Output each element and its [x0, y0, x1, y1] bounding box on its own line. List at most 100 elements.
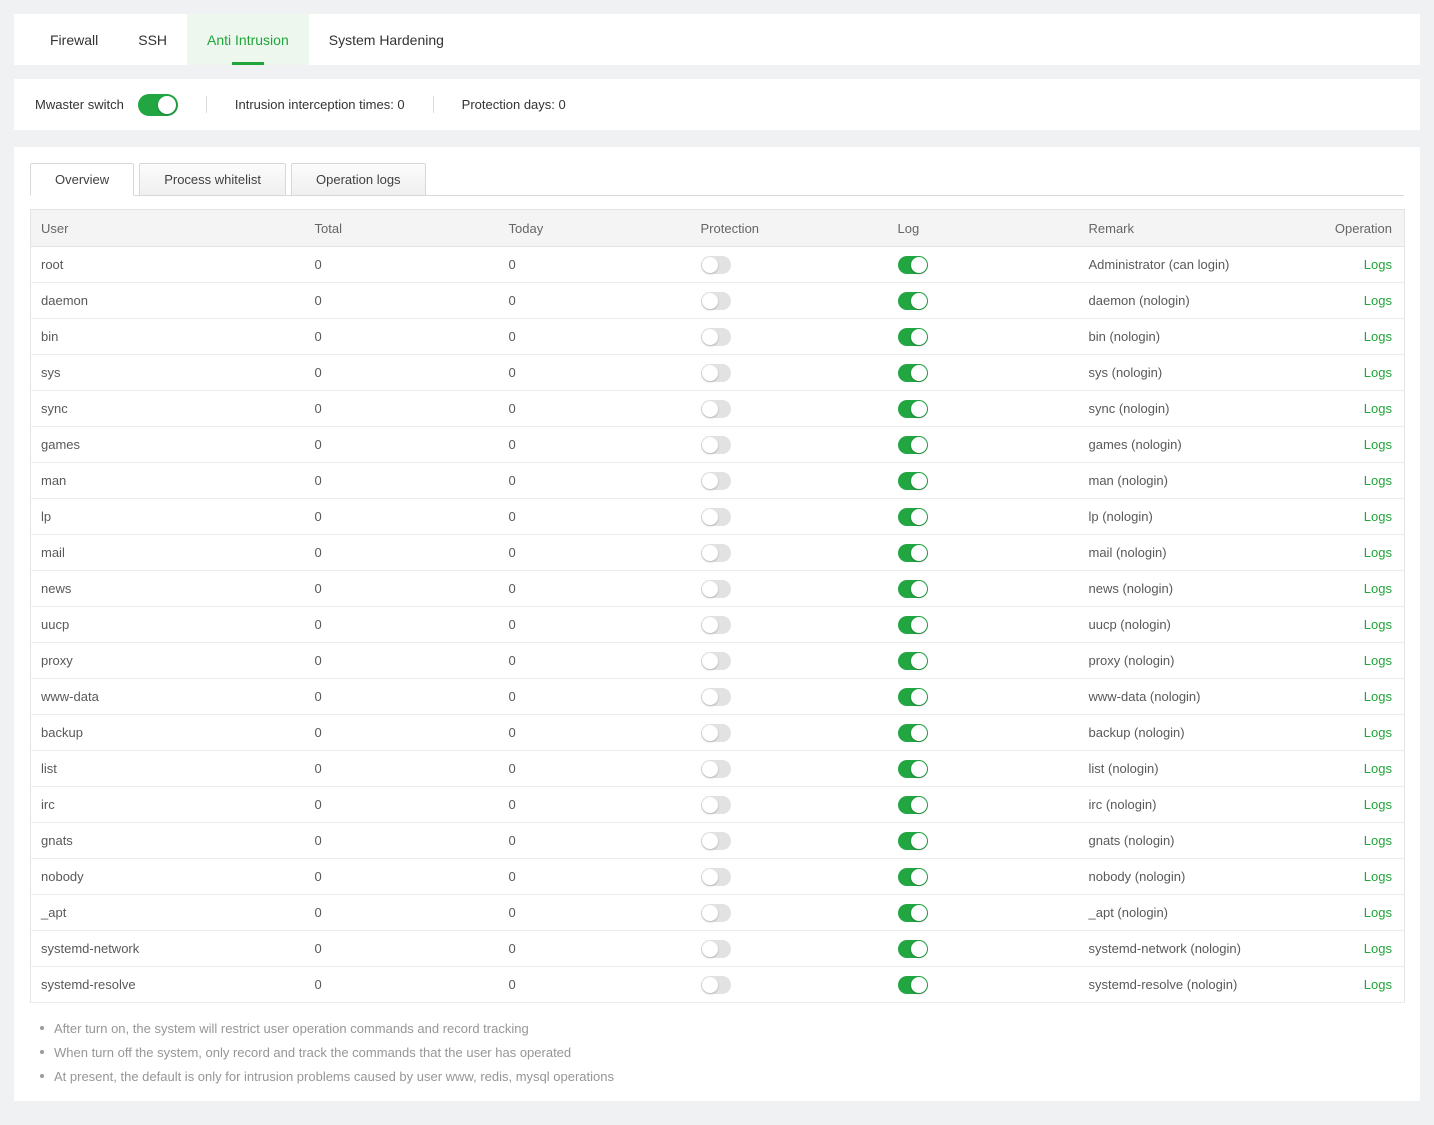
protection-toggle[interactable] [701, 904, 731, 922]
main-tab-ssh[interactable]: SSH [118, 14, 187, 65]
main-tab-system-hardening[interactable]: System Hardening [309, 14, 464, 65]
log-toggle[interactable] [898, 436, 928, 454]
switch-stats: Intrusion interception times: 0Protectio… [178, 96, 566, 113]
logs-link[interactable]: Logs [1364, 293, 1392, 308]
protection-toggle[interactable] [701, 652, 731, 670]
table-row: man00man (nologin)Logs [31, 463, 1405, 499]
log-cell [888, 607, 1079, 643]
main-tab-firewall[interactable]: Firewall [30, 14, 118, 65]
operation-cell: Logs [1299, 967, 1405, 1003]
table-row: irc00irc (nologin)Logs [31, 787, 1405, 823]
logs-link[interactable]: Logs [1364, 617, 1392, 632]
sub-tab-process-whitelist[interactable]: Process whitelist [139, 163, 286, 196]
operation-cell: Logs [1299, 355, 1405, 391]
logs-link[interactable]: Logs [1364, 365, 1392, 380]
log-toggle[interactable] [898, 472, 928, 490]
log-toggle[interactable] [898, 904, 928, 922]
protection-toggle[interactable] [701, 760, 731, 778]
log-toggle[interactable] [898, 760, 928, 778]
log-toggle[interactable] [898, 868, 928, 886]
toggle-knob [702, 545, 718, 561]
log-toggle[interactable] [898, 364, 928, 382]
protection-toggle[interactable] [701, 796, 731, 814]
log-cell [888, 643, 1079, 679]
user-cell: proxy [31, 643, 305, 679]
remark-cell: irc (nologin) [1079, 787, 1299, 823]
protection-toggle[interactable] [701, 508, 731, 526]
protection-toggle[interactable] [701, 940, 731, 958]
log-toggle[interactable] [898, 544, 928, 562]
today-cell: 0 [499, 607, 691, 643]
logs-link[interactable]: Logs [1364, 689, 1392, 704]
total-cell: 0 [305, 247, 499, 283]
logs-link[interactable]: Logs [1364, 977, 1392, 992]
logs-link[interactable]: Logs [1364, 581, 1392, 596]
sub-tab-overview[interactable]: Overview [30, 163, 134, 196]
toggle-knob [702, 977, 718, 993]
log-cell [888, 571, 1079, 607]
log-toggle[interactable] [898, 652, 928, 670]
table-row: uucp00uucp (nologin)Logs [31, 607, 1405, 643]
protection-toggle[interactable] [701, 868, 731, 886]
log-toggle[interactable] [898, 724, 928, 742]
protection-cell [691, 319, 888, 355]
protection-toggle[interactable] [701, 292, 731, 310]
master-switch-toggle[interactable] [138, 94, 178, 116]
protection-toggle[interactable] [701, 976, 731, 994]
protection-toggle[interactable] [701, 544, 731, 562]
log-cell [888, 679, 1079, 715]
protection-cell [691, 355, 888, 391]
protection-toggle[interactable] [701, 724, 731, 742]
logs-link[interactable]: Logs [1364, 257, 1392, 272]
log-toggle[interactable] [898, 328, 928, 346]
log-toggle[interactable] [898, 292, 928, 310]
sub-tab-operation-logs[interactable]: Operation logs [291, 163, 426, 196]
remark-cell: systemd-network (nologin) [1079, 931, 1299, 967]
logs-link[interactable]: Logs [1364, 905, 1392, 920]
log-toggle[interactable] [898, 940, 928, 958]
today-cell: 0 [499, 535, 691, 571]
log-toggle[interactable] [898, 832, 928, 850]
log-toggle[interactable] [898, 580, 928, 598]
protection-toggle[interactable] [701, 616, 731, 634]
protection-toggle[interactable] [701, 832, 731, 850]
protection-toggle[interactable] [701, 328, 731, 346]
log-toggle[interactable] [898, 508, 928, 526]
log-toggle[interactable] [898, 400, 928, 418]
protection-toggle[interactable] [701, 472, 731, 490]
logs-link[interactable]: Logs [1364, 545, 1392, 560]
logs-link[interactable]: Logs [1364, 761, 1392, 776]
logs-link[interactable]: Logs [1364, 509, 1392, 524]
logs-link[interactable]: Logs [1364, 797, 1392, 812]
log-toggle[interactable] [898, 976, 928, 994]
protection-toggle[interactable] [701, 400, 731, 418]
logs-link[interactable]: Logs [1364, 725, 1392, 740]
log-toggle[interactable] [898, 256, 928, 274]
protection-toggle[interactable] [701, 580, 731, 598]
protection-toggle[interactable] [701, 256, 731, 274]
protection-toggle[interactable] [701, 688, 731, 706]
logs-link[interactable]: Logs [1364, 329, 1392, 344]
logs-link[interactable]: Logs [1364, 473, 1392, 488]
log-toggle[interactable] [898, 796, 928, 814]
main-tab-anti-intrusion[interactable]: Anti Intrusion [187, 14, 309, 65]
table-row: systemd-network00systemd-network (nologi… [31, 931, 1405, 967]
operation-cell: Logs [1299, 607, 1405, 643]
remark-cell: news (nologin) [1079, 571, 1299, 607]
protection-toggle[interactable] [701, 436, 731, 454]
logs-link[interactable]: Logs [1364, 653, 1392, 668]
logs-link[interactable]: Logs [1364, 401, 1392, 416]
total-cell: 0 [305, 967, 499, 1003]
log-toggle[interactable] [898, 688, 928, 706]
logs-link[interactable]: Logs [1364, 833, 1392, 848]
today-cell: 0 [499, 931, 691, 967]
log-toggle[interactable] [898, 616, 928, 634]
remark-cell: bin (nologin) [1079, 319, 1299, 355]
protection-toggle[interactable] [701, 364, 731, 382]
column-header-total: Total [305, 210, 499, 247]
logs-link[interactable]: Logs [1364, 941, 1392, 956]
toggle-knob [702, 797, 718, 813]
remark-cell: gnats (nologin) [1079, 823, 1299, 859]
logs-link[interactable]: Logs [1364, 869, 1392, 884]
logs-link[interactable]: Logs [1364, 437, 1392, 452]
